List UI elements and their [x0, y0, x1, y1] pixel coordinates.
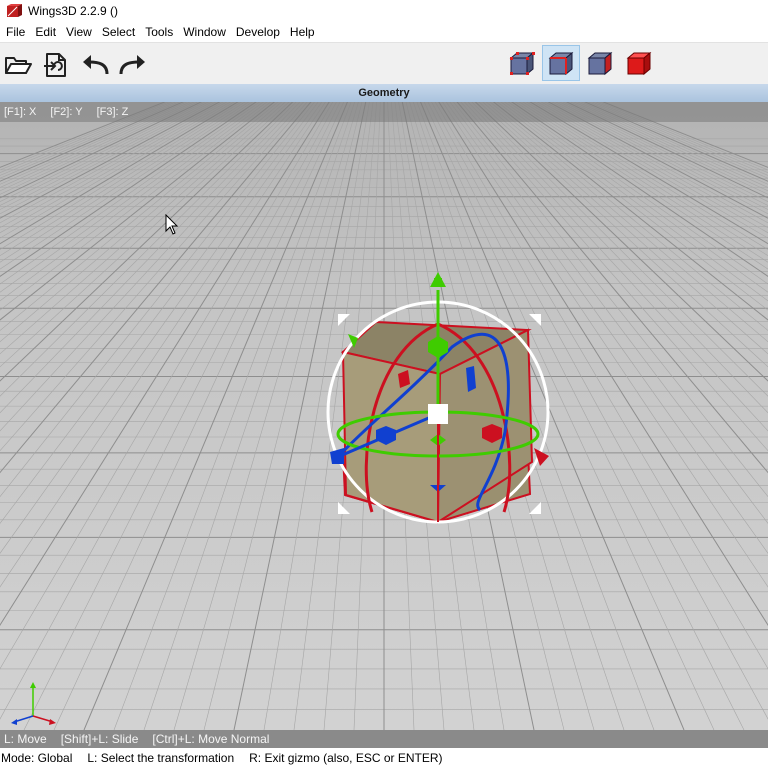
menu-edit[interactable]: Edit	[30, 22, 61, 42]
open-button[interactable]	[3, 51, 33, 79]
axis-orientation-widget	[11, 682, 56, 725]
status-hint-slide: [Shift]+L: Slide	[60, 732, 139, 746]
info-mode: Mode: Global	[1, 751, 73, 765]
window-title: Wings3D 2.2.9 ()	[28, 4, 119, 18]
menu-window[interactable]: Window	[178, 22, 231, 42]
status-hint-move: L: Move	[4, 732, 47, 746]
face-mode-icon	[587, 51, 613, 76]
redo-icon	[119, 55, 145, 75]
mouse-cursor	[165, 214, 179, 235]
info-exit-gizmo: R: Exit gizmo (also, ESC or ENTER)	[249, 751, 443, 765]
body-mode-icon	[626, 51, 652, 76]
vertex-mode-icon	[509, 51, 535, 76]
open-folder-icon	[5, 57, 32, 74]
axis-hint-z: [F3]: Z	[96, 106, 129, 118]
face-mode-button[interactable]	[581, 45, 619, 81]
axis-hint-y: [F2]: Y	[50, 106, 83, 118]
menu-develop[interactable]: Develop	[231, 22, 285, 42]
save-icon	[44, 53, 66, 77]
body-mode-button[interactable]	[620, 45, 658, 81]
axis-hints-bar: [F1]: X [F2]: Y [F3]: Z	[0, 102, 768, 122]
toolbar	[0, 42, 768, 85]
geometry-viewport[interactable]: [F1]: X [F2]: Y [F3]: Z	[0, 102, 768, 730]
redo-button[interactable]	[118, 51, 148, 79]
menu-select[interactable]: Select	[97, 22, 140, 42]
menu-tools[interactable]: Tools	[140, 22, 178, 42]
viewport-title: Geometry	[0, 84, 768, 102]
menu-help[interactable]: Help	[285, 22, 320, 42]
undo-icon	[83, 55, 109, 75]
app-icon	[7, 4, 22, 17]
menu-file[interactable]: File	[1, 22, 30, 42]
save-button[interactable]	[40, 51, 70, 79]
info-bar: Mode: Global L: Select the transformatio…	[0, 748, 768, 768]
title-bar: Wings3D 2.2.9 ()	[0, 0, 768, 22]
vertex-mode-button[interactable]	[503, 45, 541, 81]
status-bar: L: Move [Shift]+L: Slide [Ctrl]+L: Move …	[0, 730, 768, 748]
undo-button[interactable]	[80, 51, 110, 79]
edge-mode-button[interactable]	[542, 45, 580, 81]
edge-mode-icon	[548, 51, 574, 76]
menu-bar: File Edit View Select Tools Window Devel…	[0, 22, 768, 42]
transform-gizmo[interactable]	[0, 102, 768, 730]
menu-view[interactable]: View	[61, 22, 97, 42]
axis-hint-x: [F1]: X	[4, 106, 37, 118]
status-hint-move-normal: [Ctrl]+L: Move Normal	[152, 732, 270, 746]
info-select-transformation: L: Select the transformation	[87, 751, 235, 765]
